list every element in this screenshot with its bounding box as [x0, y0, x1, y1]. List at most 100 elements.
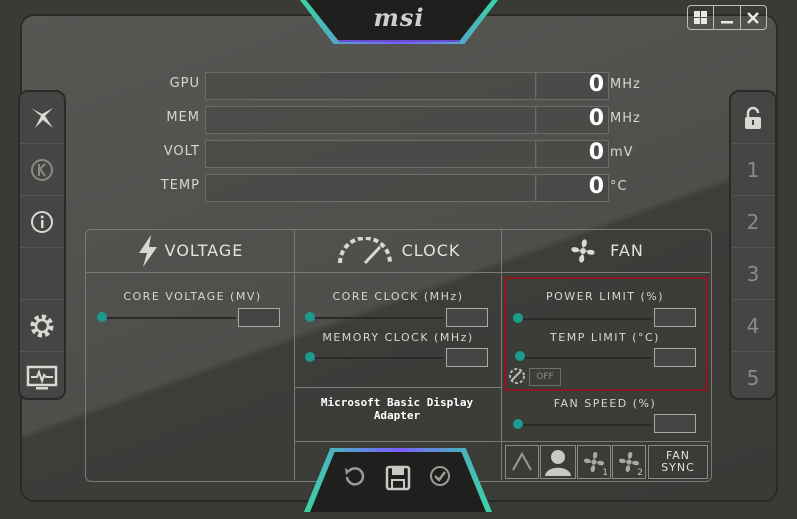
- settings-icon[interactable]: [20, 300, 64, 352]
- monitor-icon[interactable]: [20, 352, 64, 403]
- memory-clock-label: MEMORY CLOCK (MHz): [322, 331, 474, 344]
- gpu-meter: GPU 0 MHz: [140, 72, 660, 100]
- clock-title: CLOCK: [401, 241, 461, 260]
- voltage-title: VOLTAGE: [164, 241, 244, 260]
- apply-icon[interactable]: [429, 465, 451, 487]
- msi-logo: msi: [373, 3, 425, 32]
- window-controls: [687, 5, 767, 30]
- fan-speed-label: FAN SPEED (%): [553, 397, 657, 410]
- gpu-unit: MHz: [610, 77, 641, 92]
- link-icon[interactable]: [508, 367, 526, 385]
- core-voltage-label: CORE VOLTAGE (MV): [123, 290, 262, 303]
- voltage-header: VOLTAGE: [86, 229, 294, 272]
- adapter-name: Microsoft Basic Display Adapter: [320, 396, 474, 422]
- temp-limit-knob[interactable]: [515, 351, 525, 361]
- gpu-label: GPU: [169, 76, 200, 91]
- temp-limit-input[interactable]: [654, 348, 696, 367]
- profile-1-label: 1: [746, 157, 760, 182]
- core-clock-input[interactable]: [446, 308, 488, 327]
- mem-meter: MEM 0 MHz: [140, 106, 660, 134]
- fan-user-button[interactable]: [540, 445, 576, 479]
- core-voltage-slider[interactable]: [100, 317, 236, 319]
- temp-bar: [205, 174, 537, 202]
- save-icon[interactable]: [385, 465, 411, 491]
- volt-bar: [205, 140, 537, 168]
- volt-value: 0: [588, 140, 604, 165]
- profile-2-button[interactable]: 2: [731, 196, 775, 248]
- temp-unit: °C: [610, 179, 628, 194]
- volt-label: VOLT: [163, 144, 200, 159]
- left-sidebar: [18, 90, 66, 400]
- memory-clock-input[interactable]: [446, 348, 488, 367]
- fan-speed-knob[interactable]: [513, 419, 523, 429]
- fan-2-button[interactable]: 2: [612, 445, 646, 479]
- minimize-icon[interactable]: [713, 6, 739, 29]
- core-voltage-input[interactable]: [238, 308, 280, 327]
- power-limit-slider[interactable]: [516, 318, 652, 320]
- power-limit-label: POWER LIMIT (%): [545, 290, 665, 303]
- divider: [502, 441, 710, 442]
- fan-1-button[interactable]: 1: [577, 445, 611, 479]
- right-sidebar: 1 2 3 4 5: [729, 90, 777, 400]
- fan-title: FAN: [610, 241, 644, 260]
- auto-icon: [512, 452, 532, 471]
- temp-meter: TEMP 0 °C: [140, 174, 660, 202]
- volt-unit: mV: [610, 145, 634, 160]
- kombustor-icon[interactable]: [20, 92, 64, 144]
- fan-sync-button[interactable]: FAN SYNC: [648, 445, 708, 479]
- divider: [295, 387, 501, 388]
- profile-5-button[interactable]: 5: [731, 352, 775, 403]
- profile-3-label: 3: [746, 261, 760, 286]
- temp-limit-slider[interactable]: [516, 357, 652, 359]
- profile-3-button[interactable]: 3: [731, 248, 775, 300]
- temp-value: 0: [588, 174, 604, 199]
- core-clock-knob[interactable]: [305, 312, 315, 322]
- info-icon[interactable]: [20, 196, 64, 248]
- fan-2-label: 2: [637, 468, 643, 478]
- mem-unit: MHz: [610, 111, 641, 126]
- temp-label: TEMP: [160, 178, 200, 193]
- fan-auto-button[interactable]: [505, 445, 539, 479]
- fan-speed-slider[interactable]: [516, 424, 652, 426]
- fan-icon: [571, 238, 595, 263]
- divider: [295, 441, 501, 442]
- gauge-icon: [337, 236, 392, 264]
- power-limit-knob[interactable]: [513, 313, 523, 323]
- reset-icon[interactable]: [344, 465, 366, 487]
- profile-4-button[interactable]: 4: [731, 300, 775, 352]
- profile-5-label: 5: [746, 365, 760, 390]
- core-clock-slider[interactable]: [308, 317, 444, 319]
- gpu-value: 0: [588, 72, 604, 97]
- mem-label: MEM: [166, 110, 200, 125]
- gpu-value-box: 0: [535, 72, 609, 100]
- temp-value-box: 0: [535, 174, 609, 202]
- mem-value-box: 0: [535, 106, 609, 134]
- windows-icon[interactable]: [688, 6, 713, 29]
- core-voltage-knob[interactable]: [97, 312, 107, 322]
- k-icon[interactable]: [20, 144, 64, 196]
- user-icon: [545, 450, 571, 476]
- sidebar-spacer: [20, 248, 64, 300]
- mem-value: 0: [588, 106, 604, 131]
- volt-value-box: 0: [535, 140, 609, 168]
- memory-clock-slider[interactable]: [308, 357, 444, 359]
- memory-clock-knob[interactable]: [305, 352, 315, 362]
- temp-limit-label: TEMP LIMIT (°C): [550, 331, 660, 344]
- profile-2-label: 2: [746, 209, 760, 234]
- close-icon[interactable]: [739, 6, 766, 29]
- clock-header: CLOCK: [295, 229, 501, 272]
- lightning-icon: [138, 234, 157, 267]
- divider: [86, 272, 710, 273]
- app-frame: msi 1 2 3 4 5 GPU 0 MHz MEM 0 MHz VOLT 0…: [0, 0, 797, 519]
- profile-1-button[interactable]: 1: [731, 144, 775, 196]
- gpu-bar: [205, 72, 537, 100]
- core-clock-label: CORE CLOCK (MHz): [332, 290, 464, 303]
- fan-1-label: 1: [602, 468, 608, 478]
- mem-bar: [205, 106, 537, 134]
- power-limit-input[interactable]: [654, 308, 696, 327]
- volt-meter: VOLT 0 mV: [140, 140, 660, 168]
- fan-speed-input[interactable]: [654, 414, 696, 433]
- lock-icon[interactable]: [731, 92, 775, 144]
- fan-header: FAN: [502, 229, 710, 272]
- link-toggle-button[interactable]: OFF: [529, 368, 561, 386]
